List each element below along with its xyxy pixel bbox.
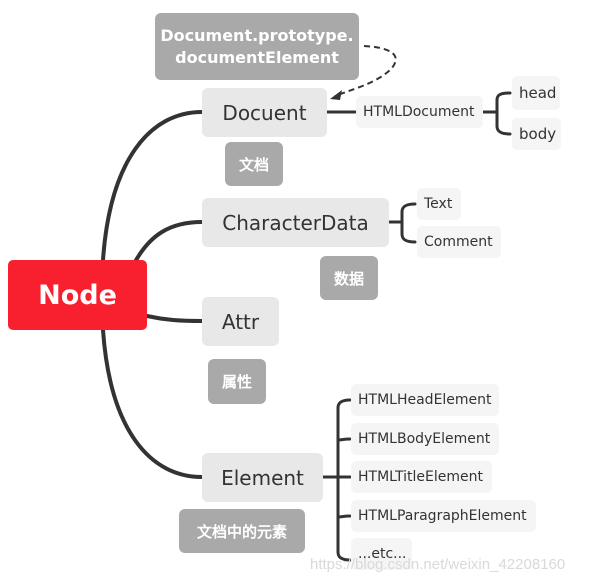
topic-element[interactable]: Element — [202, 453, 323, 502]
topic-comment[interactable]: Comment — [417, 226, 501, 258]
topic-htmltitleelement[interactable]: HTMLTitleElement — [351, 461, 492, 493]
topic-htmlbodyelement[interactable]: HTMLBodyElement — [351, 423, 499, 455]
note-line-1: Document.prototype. — [160, 25, 354, 45]
watermark: https://blog.csdn.net/weixin_42208160 — [310, 556, 566, 573]
topic-htmlheadelement[interactable]: HTMLHeadElement — [351, 384, 499, 416]
topic-body[interactable]: body — [512, 118, 561, 150]
topic-characterdata[interactable]: CharacterData — [202, 198, 389, 247]
connector-node-element — [101, 328, 204, 479]
note-characterdata[interactable]: 数据 — [320, 256, 378, 300]
topic-attr[interactable]: Attr — [202, 297, 279, 346]
bracket-element — [321, 398, 352, 562]
arrow-head-icon — [330, 90, 342, 100]
topic-document[interactable]: Docuent — [202, 88, 327, 137]
topic-htmldocument[interactable]: HTMLDocument — [356, 96, 483, 128]
note-attr[interactable]: 属性 — [208, 359, 266, 404]
connector-node-attr — [145, 314, 204, 323]
topic-text[interactable]: Text — [417, 188, 461, 220]
topic-htmlparagraphelement[interactable]: HTMLParagraphElement — [351, 500, 536, 532]
note-element[interactable]: 文档中的元素 — [179, 509, 305, 553]
note-document[interactable]: 文档 — [225, 142, 283, 186]
bracket-htmldocument — [481, 91, 512, 136]
note-document-element[interactable]: Document.prototype. documentElement — [155, 13, 359, 80]
root-node[interactable]: Node — [8, 260, 147, 330]
bracket-characterdata — [387, 202, 417, 244]
connector-node-characterdata — [133, 220, 204, 264]
note-line-2: documentElement — [175, 47, 339, 67]
topic-head[interactable]: head — [512, 76, 560, 110]
